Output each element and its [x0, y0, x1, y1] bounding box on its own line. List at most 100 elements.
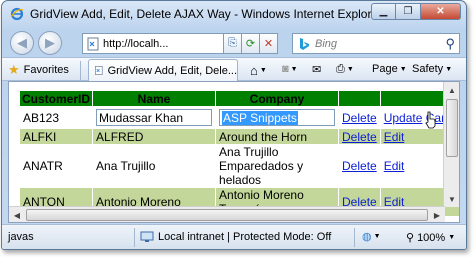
chevron-down-icon: ▼: [399, 65, 407, 73]
scroll-right-arrow-icon[interactable]: ▶: [429, 207, 445, 222]
zoom-control[interactable]: ⚲ 100% ▼: [406, 231, 456, 245]
title-bar: GridView Add, Edit, Delete AJAX Way - Wi…: [2, 1, 466, 27]
scroll-up-arrow-icon[interactable]: ▲: [444, 82, 459, 98]
scroll-down-arrow-icon[interactable]: ▼: [444, 191, 459, 207]
forward-arrow-icon: ▶: [45, 35, 55, 50]
cell-company: Around the Horn: [215, 128, 340, 145]
cell-customerid: AB123: [18, 106, 94, 129]
home-icon: ⌂: [250, 63, 258, 78]
header-blank-1: [338, 90, 381, 107]
chevron-down-icon: ▼: [448, 234, 456, 241]
cell-company: Ana Trujillo Emparedados y helados: [215, 144, 340, 188]
chevron-down-icon: ▼: [445, 65, 453, 73]
company-line: Emparedados y: [219, 159, 304, 173]
print-button[interactable]: ⎙ ▼: [336, 63, 354, 76]
customers-gridview: CustomerID Name Company AB123 ASP Snippe…: [18, 90, 459, 217]
globe-icon: ◍: [362, 231, 372, 243]
cell-name: ALFRED: [92, 128, 217, 145]
table-row: ALFKI ALFRED Around the Horn Delete Edit: [18, 128, 459, 145]
status-bar: javas Local intranet | Protected Mode: O…: [2, 224, 466, 249]
stop-icon: ✕: [263, 38, 274, 50]
scroll-left-arrow-icon[interactable]: ◀: [9, 207, 25, 222]
cell-delete: Delete: [338, 128, 381, 145]
search-icon[interactable]: ⚲: [445, 36, 455, 52]
chevron-down-icon: ▼: [259, 67, 267, 74]
ie-logo-icon: [10, 7, 24, 21]
grid-header-row: CustomerID Name Company: [18, 90, 459, 107]
close-icon: ✕: [436, 6, 445, 17]
update-link[interactable]: Update: [384, 111, 423, 125]
horizontal-scroll-thumb[interactable]: [26, 209, 428, 221]
page-icon: [87, 37, 99, 50]
company-edit-input[interactable]: ASP Snippets: [219, 109, 336, 126]
chevron-down-icon: ▼: [346, 66, 354, 73]
page-menu[interactable]: Page ▼: [372, 63, 407, 75]
compatibility-button[interactable]: ⎘: [224, 33, 242, 54]
forward-button[interactable]: ▶: [38, 31, 62, 55]
compatibility-view-icon: ⎘: [228, 37, 237, 49]
edit-link[interactable]: Edit: [384, 159, 405, 173]
cell-customerid: ANATR: [18, 144, 94, 188]
back-button[interactable]: ◀: [10, 31, 34, 55]
favorites-button[interactable]: ★ Favorites: [8, 61, 69, 78]
tab-gridview[interactable]: GridView Add, Edit, Dele...: [88, 59, 238, 81]
vertical-scroll-thumb[interactable]: [446, 99, 458, 157]
delete-link[interactable]: Delete: [342, 111, 377, 125]
safety-menu[interactable]: Safety ▼: [412, 63, 452, 75]
minimize-icon: ▁: [379, 6, 388, 17]
divider: [80, 61, 81, 80]
tab-label: GridView Add, Edit, Dele...: [107, 64, 237, 77]
company-line: Antonio Moreno: [219, 188, 304, 202]
cell-company: ASP Snippets: [215, 106, 340, 129]
protected-mode-button[interactable]: ◍ ▼: [362, 230, 381, 243]
restore-icon: ❐: [403, 6, 413, 17]
chevron-down-icon: ▼: [373, 233, 381, 240]
company-line: Ana Trujillo: [219, 145, 279, 159]
cell-customerid: ALFKI: [18, 128, 94, 145]
page-content: CustomerID Name Company AB123 ASP Snippe…: [8, 81, 460, 223]
refresh-button[interactable]: ⟳: [242, 33, 260, 54]
search-placeholder: Bing: [315, 37, 338, 50]
table-row-editing: AB123 ASP Snippets Delete Update Cancel: [18, 106, 459, 129]
header-company: Company: [215, 90, 340, 107]
stop-button[interactable]: ✕: [260, 33, 278, 54]
cell-delete: Delete: [338, 144, 381, 188]
print-icon: ⎙: [336, 63, 345, 75]
cell-name: Ana Trujillo: [92, 144, 217, 188]
name-edit-input[interactable]: [96, 109, 213, 126]
horizontal-scrollbar[interactable]: ◀ ▶: [9, 206, 445, 222]
favorites-star-icon: ★: [8, 61, 20, 77]
safety-menu-label: Safety: [412, 63, 444, 75]
rss-feed-icon: ◙: [282, 63, 289, 75]
chevron-down-icon: ▼: [290, 65, 298, 73]
delete-link[interactable]: Delete: [342, 130, 377, 144]
status-text: javas: [8, 231, 34, 243]
header-name: Name: [92, 90, 217, 107]
delete-link[interactable]: Delete: [342, 159, 377, 173]
minimize-button[interactable]: ▁: [371, 3, 396, 20]
security-zone[interactable]: Local intranet | Protected Mode: Off: [140, 231, 331, 243]
favorites-label: Favorites: [23, 63, 69, 76]
vertical-scrollbar[interactable]: ▲ ▼: [443, 82, 459, 207]
home-button[interactable]: ⌂ ▼: [250, 63, 267, 78]
company-line: helados: [219, 173, 262, 187]
refresh-icon: ⟳: [245, 38, 256, 50]
address-text: http://localh...: [103, 37, 169, 50]
browser-window: GridView Add, Edit, Delete AJAX Way - Wi…: [1, 0, 467, 250]
feeds-button[interactable]: ◙ ▼: [282, 63, 298, 75]
close-button[interactable]: ✕: [421, 3, 461, 20]
company-selected-text: ASP Snippets: [222, 110, 298, 125]
search-box[interactable]: Bing ⚲: [292, 33, 460, 54]
navigation-bar: ◀ ▶ http://localh... ⎘ ⟳ ✕ Bing ⚲: [2, 27, 466, 57]
bing-icon: [300, 37, 309, 50]
mail-icon: ✉: [312, 64, 322, 76]
window-title: GridView Add, Edit, Delete AJAX Way - Wi…: [30, 7, 383, 21]
address-tools: ⎘ ⟳ ✕: [224, 33, 278, 54]
restore-button[interactable]: ❐: [396, 3, 421, 20]
mail-button[interactable]: ✉: [312, 63, 321, 76]
zoom-magnifier-icon: ⚲: [406, 232, 415, 244]
edit-link[interactable]: Edit: [384, 130, 405, 144]
divider: [134, 228, 135, 247]
address-bar[interactable]: http://localh...: [82, 33, 224, 54]
divider: [354, 228, 355, 247]
